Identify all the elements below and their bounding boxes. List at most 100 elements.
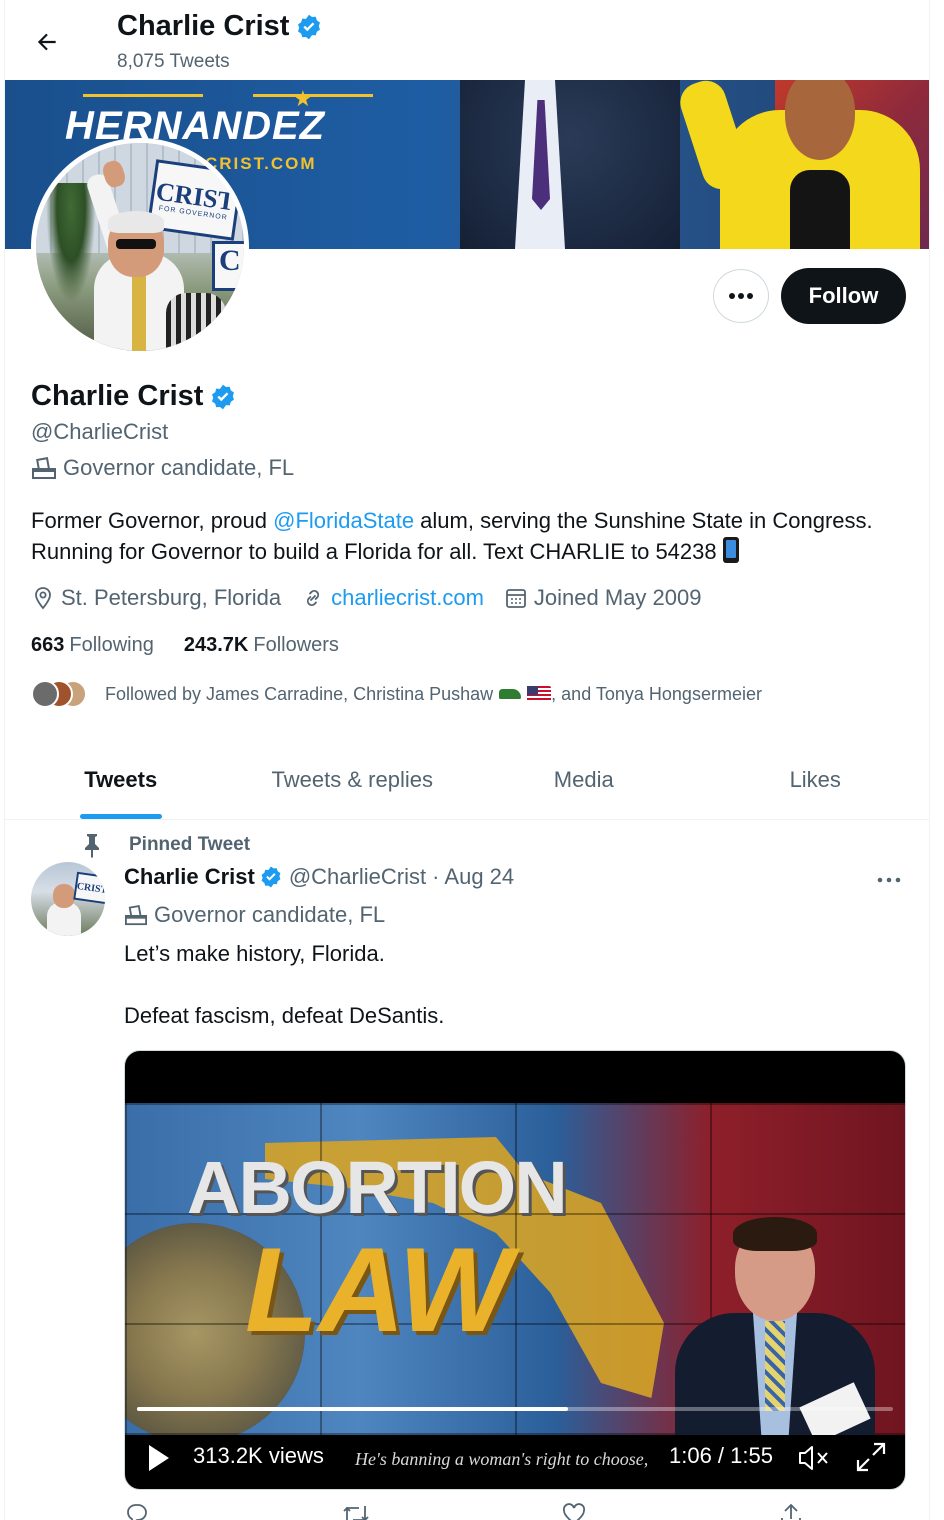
tweet-avatar-head [53, 884, 75, 908]
ballot-box-icon [125, 904, 147, 926]
followed-by[interactable]: Followed by James Carradine, Christina P… [31, 680, 762, 708]
profile-category-text: Governor candidate, FL [63, 455, 295, 480]
tab-media[interactable]: Media [468, 740, 700, 819]
tweet-more-button[interactable] [871, 866, 907, 894]
profile-bio: Former Governor, proud @FloridaState alu… [31, 505, 911, 567]
topbar-title: Charlie Crist [117, 10, 323, 43]
crocodile-icon [499, 689, 522, 699]
video-controls: 313.2K views He's banning a woman's righ… [125, 1435, 905, 1489]
avatar [31, 680, 59, 708]
share-icon [781, 1503, 801, 1520]
tweet-text-line: Let’s make history, Florida. [124, 941, 385, 966]
followed-by-text-part2: , and Tonya Hongsermeier [551, 683, 762, 704]
pinned-label: Pinned Tweet [129, 834, 251, 855]
joined-item: Joined May 2009 [504, 585, 701, 611]
arrow-left-icon [37, 33, 56, 51]
play-button[interactable] [147, 1443, 171, 1473]
tweet-handle-date[interactable]: @CharlieCrist · Aug 24 [289, 864, 514, 890]
follow-button[interactable]: Follow [781, 268, 906, 324]
video-caption: He's banning a woman's right to choose, [355, 1449, 649, 1469]
tweet-author-name: Charlie Crist [124, 864, 255, 889]
video-time: 1:06 / 1:55 [669, 1443, 773, 1468]
website-link[interactable]: charliecrist.com [331, 585, 484, 611]
video-headline-word1: ABORTION [187, 1146, 568, 1229]
share-button[interactable] [778, 1503, 804, 1520]
banner-decoration: ★ [83, 88, 373, 110]
avatar-background-person [166, 293, 226, 351]
following-stat[interactable]: 663 Following [31, 634, 154, 657]
follow-stats: 663 Following 243.7K Followers [31, 634, 369, 657]
reply-button[interactable] [124, 1504, 150, 1520]
followed-by-text-part1: Followed by James Carradine, Christina P… [105, 683, 494, 704]
video-headline-word2: LAW [245, 1223, 512, 1357]
reply-icon [127, 1504, 147, 1520]
avatar-palm [46, 183, 96, 303]
video-progress-bar[interactable] [137, 1407, 893, 1411]
us-flag-icon [527, 686, 552, 702]
tweet-action-bar [124, 1503, 804, 1520]
ballot-box-icon [32, 457, 56, 479]
anchor-hair [733, 1217, 817, 1251]
tab-label: Tweets [84, 766, 158, 792]
profile-name-text: Charlie Crist [31, 380, 204, 412]
profile-handle: @CharlieCrist [31, 419, 169, 444]
retweet-icon [343, 1506, 369, 1520]
followers-count: 243.7K [183, 634, 249, 656]
profile-category: Governor candidate, FL [31, 455, 294, 481]
followers-stat[interactable]: 243.7K Followers [184, 634, 339, 657]
avatar-sign2-letter: C [219, 244, 241, 277]
video-frame: ABORTION LAW [125, 1103, 905, 1435]
anchor-tie [765, 1321, 785, 1411]
tweet-avatar[interactable]: CRIST [31, 862, 105, 936]
tweet-video[interactable]: ABORTION LAW 313.2K views He's banning a… [124, 1050, 906, 1490]
pinned-indicator: Pinned Tweet [81, 832, 250, 858]
mute-button[interactable] [797, 1443, 831, 1473]
play-icon [149, 1445, 169, 1471]
profile-avatar[interactable]: CRIST FOR GOVERNOR C [31, 138, 249, 356]
avatar-glasses [116, 239, 156, 249]
fullscreen-button[interactable] [855, 1441, 887, 1473]
verified-badge-icon [261, 866, 281, 888]
tweet-header: Charlie Crist @CharlieCrist · Aug 24 [124, 864, 514, 890]
tweet-category-text: Governor candidate, FL [154, 902, 386, 927]
profile-tabs: Tweets Tweets & replies Media Likes [5, 740, 930, 820]
retweet-button[interactable] [341, 1504, 371, 1520]
more-options-button[interactable] [713, 269, 769, 323]
tab-likes[interactable]: Likes [700, 740, 930, 819]
tab-label: Likes [789, 766, 841, 792]
avatar-sign-secondary: C [212, 241, 244, 291]
website-item[interactable]: charliecrist.com [301, 585, 484, 611]
tweet-count: 8,075 Tweets [117, 51, 230, 72]
tab-tweets-and-replies[interactable]: Tweets & replies [237, 740, 469, 819]
tweet-text: Let’s make history, Florida. Defeat fasc… [124, 938, 904, 1062]
mobile-phone-icon [722, 537, 739, 563]
tweet-avatar-sign: CRIST [73, 871, 105, 905]
like-button[interactable] [561, 1503, 587, 1520]
location-pin-icon [35, 587, 51, 610]
tweet-category: Governor candidate, FL [124, 902, 385, 928]
banner-person [460, 80, 680, 249]
tweet-author[interactable]: Charlie Crist [124, 864, 283, 890]
top-bar: Charlie Crist 8,075 Tweets [5, 0, 929, 80]
video-views: 313.2K views [193, 1443, 324, 1468]
avatar-hair [108, 211, 164, 233]
pin-icon [85, 834, 99, 858]
avatar-tie [132, 273, 146, 351]
expand-icon [856, 1442, 886, 1472]
verified-badge-icon [298, 14, 321, 39]
profile-page: Charlie Crist 8,075 Tweets ★ HERNANDEZ C… [4, 0, 930, 1520]
calendar-icon [506, 589, 526, 608]
bio-mention-link[interactable]: @FloridaState [273, 508, 414, 533]
profile-name: Charlie Crist [31, 380, 237, 413]
active-tab-indicator [79, 814, 162, 819]
followed-by-avatars [31, 680, 89, 708]
back-button[interactable] [27, 22, 67, 62]
tab-tweets[interactable]: Tweets [5, 740, 237, 819]
following-label: Following [69, 634, 154, 656]
banner-jacket-inner [790, 170, 850, 249]
topbar-name: Charlie Crist [117, 10, 290, 42]
video-progress-fill [137, 1407, 568, 1411]
tab-label: Media [553, 766, 614, 792]
tab-label: Tweets & replies [271, 766, 433, 792]
ellipsis-icon [877, 877, 901, 883]
